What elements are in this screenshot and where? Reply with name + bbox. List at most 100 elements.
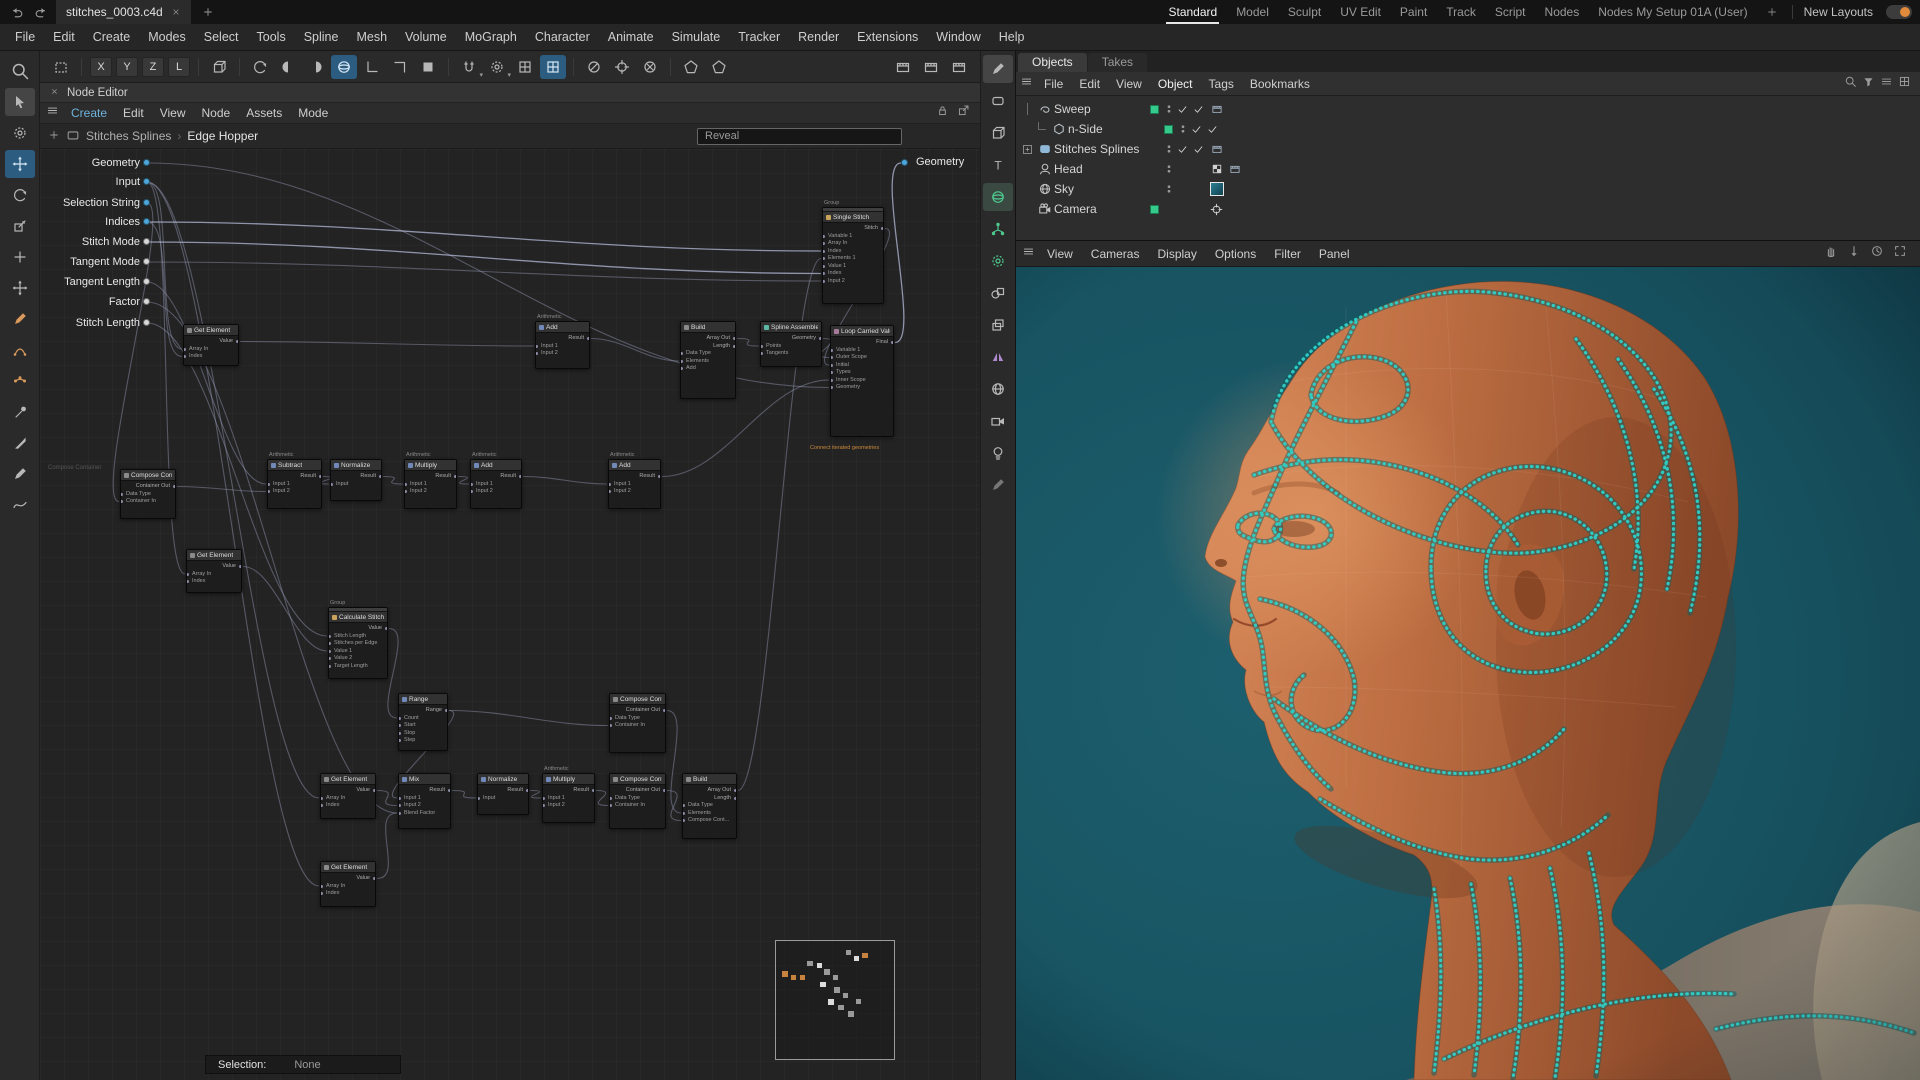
input-port-dot[interactable]: [143, 278, 150, 285]
node-port[interactable]: Value 1: [329, 648, 387, 656]
panel-grid-icon[interactable]: [1898, 75, 1911, 93]
undo-icon[interactable]: [8, 3, 26, 21]
node-add1[interactable]: ArithmeticAddResultInput 1Input 2: [535, 321, 590, 369]
annotation-pen-button[interactable]: [983, 471, 1013, 499]
layout-tab-track[interactable]: Track: [1437, 2, 1485, 22]
node-port[interactable]: Input 2: [399, 802, 450, 810]
node-port[interactable]: Elements: [681, 358, 735, 366]
node-port[interactable]: Value: [321, 875, 375, 883]
node-ge4[interactable]: Get ElementValueArray InIndex: [320, 861, 376, 907]
input-port-dot[interactable]: [143, 319, 150, 326]
node-graph-canvas[interactable]: Geometry Connect iterated geometries Com…: [40, 149, 980, 1080]
node-port[interactable]: Array In: [187, 571, 241, 579]
vp-menu-cameras[interactable]: Cameras: [1082, 244, 1149, 264]
node-port[interactable]: Input 2: [536, 350, 589, 358]
node-port[interactable]: Input 1: [268, 481, 321, 489]
node-add2[interactable]: ArithmeticAddResultInput 1Input 2: [470, 459, 522, 509]
vp-menu-panel[interactable]: Panel: [1310, 244, 1359, 264]
expander-icon[interactable]: +: [1020, 145, 1035, 154]
node-port[interactable]: Input 1: [471, 481, 521, 489]
input-port-dot[interactable]: [143, 218, 150, 225]
node-port[interactable]: Input: [331, 481, 381, 489]
node-port[interactable]: Container In: [610, 802, 665, 810]
node-port[interactable]: Data Type: [681, 350, 735, 358]
breadcrumb-current[interactable]: Edge Hopper: [187, 129, 258, 143]
om-menu-object[interactable]: Object: [1150, 74, 1201, 94]
axis-corner-tool[interactable]: [359, 55, 385, 79]
ne-menu-mode[interactable]: Mode: [290, 104, 336, 122]
tab-objects[interactable]: Objects: [1018, 53, 1087, 72]
tweak-settings-tool[interactable]: [5, 119, 35, 147]
placeholder-swatch[interactable]: [415, 55, 441, 79]
node-norm1[interactable]: NormalizeResultInput: [330, 459, 382, 501]
node-port[interactable]: Count: [399, 715, 447, 723]
node-port[interactable]: Value: [187, 563, 241, 571]
node-port[interactable]: Input 1: [405, 481, 456, 489]
texture-tag-icon[interactable]: [1209, 182, 1224, 197]
move-tool[interactable]: [5, 150, 35, 178]
visibility-dots-icon[interactable]: [1162, 103, 1175, 115]
node-port[interactable]: Index: [321, 890, 375, 898]
menu-item-select[interactable]: Select: [195, 26, 248, 48]
node-port[interactable]: Result: [399, 787, 450, 795]
redo-icon[interactable]: [32, 3, 50, 21]
knife-tool[interactable]: [5, 429, 35, 457]
node-port[interactable]: Array Out: [683, 787, 736, 795]
render-picture-viewer-button[interactable]: [918, 55, 944, 79]
maximize-view-icon[interactable]: [1893, 244, 1907, 263]
visibility-dots-icon[interactable]: [1162, 163, 1175, 175]
node-port[interactable]: Value: [321, 787, 375, 795]
grid-toggle[interactable]: [512, 55, 538, 79]
node-port[interactable]: Inner Scope: [831, 377, 893, 385]
visibility-dots-icon[interactable]: [1176, 123, 1189, 135]
layout-tab-nodes-my-setup-01a-user[interactable]: Nodes My Setup 01A (User): [1589, 2, 1756, 22]
zoom-tool[interactable]: [5, 57, 35, 85]
node-port[interactable]: Length: [681, 343, 735, 351]
node-sub[interactable]: ArithmeticSubtractResultInput 1Input 2: [267, 459, 322, 509]
node-port[interactable]: Initial: [831, 362, 893, 370]
input-port-dot[interactable]: [143, 258, 150, 265]
axis-corner-alt-tool[interactable]: [387, 55, 413, 79]
check-icon[interactable]: [1175, 102, 1189, 117]
vp-menu-options[interactable]: Options: [1206, 244, 1265, 264]
om-menu-tags[interactable]: Tags: [1201, 74, 1242, 94]
node-port[interactable]: Stitch: [823, 225, 883, 233]
render-view-button[interactable]: [890, 55, 916, 79]
node-port[interactable]: Input 1: [399, 795, 450, 803]
vp-menu-display[interactable]: Display: [1148, 244, 1205, 264]
node-port[interactable]: Start: [399, 722, 447, 730]
checker-tag-icon[interactable]: [1209, 162, 1224, 177]
ne-menu-edit[interactable]: Edit: [115, 104, 152, 122]
menu-item-create[interactable]: Create: [84, 26, 140, 48]
spline-points-tool[interactable]: [5, 367, 35, 395]
node-port[interactable]: Input 1: [543, 795, 594, 803]
om-menu-edit[interactable]: Edit: [1071, 74, 1108, 94]
object-row-sky[interactable]: Sky: [1016, 179, 1920, 199]
rotate-snap-tool[interactable]: [247, 55, 273, 79]
node-asm[interactable]: Spline AssemblerGeometryPointsTangents: [760, 321, 822, 367]
visibility-dots-icon[interactable]: [1162, 143, 1175, 155]
node-cc3[interactable]: Compose ContainerContainer OutData TypeC…: [609, 773, 666, 829]
node-port[interactable]: Result: [471, 473, 521, 481]
disable-toggle[interactable]: [581, 55, 607, 79]
ne-menu-node[interactable]: Node: [194, 104, 239, 122]
menu-item-mesh[interactable]: Mesh: [347, 26, 396, 48]
node-port[interactable]: Input: [478, 795, 528, 803]
node-port[interactable]: Result: [331, 473, 381, 481]
generator-button[interactable]: [983, 183, 1013, 211]
spline-primitive-button[interactable]: [983, 87, 1013, 115]
input-port-dot[interactable]: [143, 159, 150, 166]
menu-item-file[interactable]: File: [6, 26, 44, 48]
menu-item-tracker[interactable]: Tracker: [729, 26, 789, 48]
node-port[interactable]: Stitches per Edge: [329, 640, 387, 648]
enable-toggle[interactable]: [1146, 105, 1162, 114]
node-port[interactable]: Array In: [184, 346, 238, 354]
node-port[interactable]: Container In: [121, 498, 175, 506]
symmetry-button[interactable]: [983, 343, 1013, 371]
node-port[interactable]: Input 2: [609, 488, 660, 496]
environment-button[interactable]: [983, 375, 1013, 403]
node-port[interactable]: Value 1: [823, 263, 883, 271]
coord-system-toggle[interactable]: L: [168, 57, 190, 77]
z-axis-toggle[interactable]: Z: [142, 57, 164, 77]
view-menu-icon[interactable]: [1847, 244, 1861, 263]
